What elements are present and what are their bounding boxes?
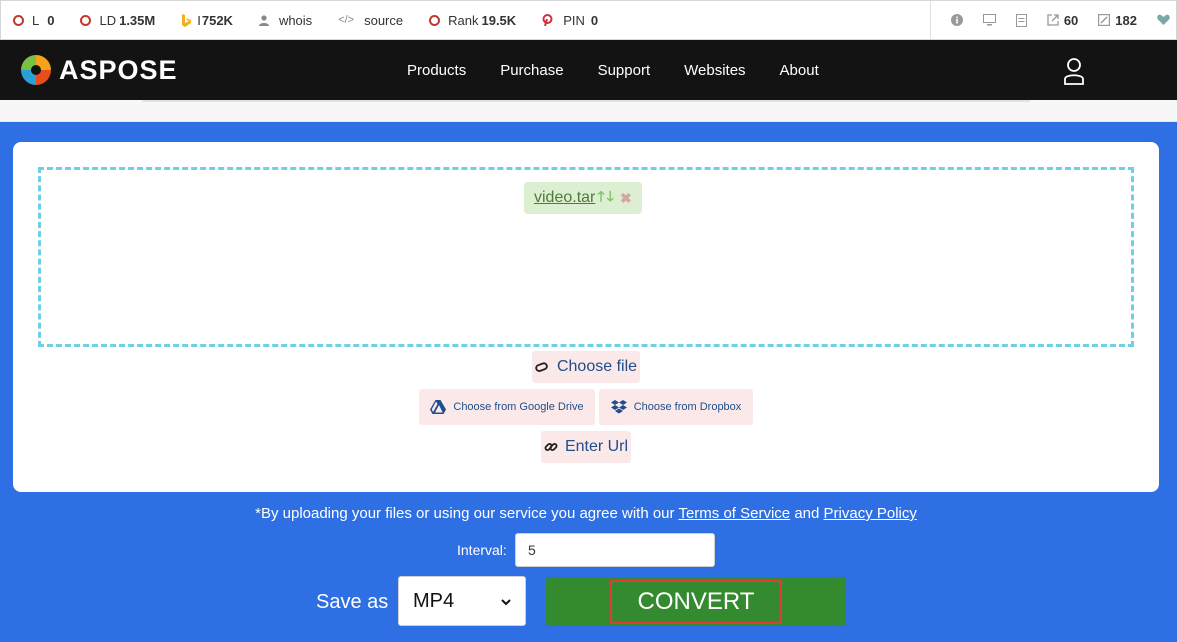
seo-links-value: 0 [47,12,55,28]
bing-icon [182,13,192,27]
terms-of-service-link[interactable]: Terms of Service [678,505,790,522]
nav-support[interactable]: Support [598,62,651,79]
uploaded-file-chip: video.tar 🡑 🡓 ✖ [524,182,642,214]
seo-rank[interactable]: Rank 19.5K [429,1,516,39]
seo-ld-value: 1.35M [119,12,156,28]
seo-links[interactable]: L 0 [13,1,54,39]
ring-icon [429,14,441,26]
seo-ld-label: LD [99,12,117,28]
sub-header-strip [142,100,1030,102]
seo-rank-label: Rank [448,12,479,28]
dropbox-label: Choose from Dropbox [633,401,742,413]
terms-prefix: *By uploading your files or using our se… [255,505,675,522]
dropbox-button[interactable]: Choose from Dropbox [599,389,753,425]
sub-header-bar [0,100,1177,122]
account-icon[interactable] [1063,57,1085,85]
info-icon[interactable] [950,14,963,26]
move-down-icon[interactable]: 🡓 [607,186,614,210]
document-icon[interactable] [1015,13,1027,27]
move-up-icon[interactable]: 🡑 [597,186,604,210]
nav-products[interactable]: Products [407,62,466,79]
google-drive-button[interactable]: Choose from Google Drive [419,389,595,425]
chevron-down-icon [501,594,511,609]
seo-bing-label: I [197,12,201,28]
seo-source[interactable]: </> source [338,1,403,39]
enter-url-label: Enter Url [564,438,629,455]
seo-linking-domains[interactable]: LD 1.35M [80,1,155,39]
code-icon: </> [338,14,355,26]
file-drop-zone[interactable]: video.tar 🡑 🡓 ✖ [38,167,1134,347]
output-format-value: MP4 [413,589,455,612]
edit-icon [1098,14,1111,26]
convert-button[interactable]: CONVERT [546,577,846,626]
enter-url-button[interactable]: Enter Url [541,431,631,463]
seo-whois[interactable]: whois [258,1,313,39]
interval-label: Interval: [457,542,507,558]
convert-label: CONVERT [609,579,783,624]
seo-pin-label: PIN [563,12,585,28]
seo-pin[interactable]: PIN 0 [542,1,598,39]
monitor-icon[interactable] [982,14,996,26]
aspose-logo-icon [21,55,51,85]
seo-pin-value: 0 [590,12,599,28]
choose-file-button[interactable]: Choose file [532,351,640,383]
nav-purchase[interactable]: Purchase [500,62,563,79]
seo-toolbar-right: 60 182 [929,1,1176,39]
external-links[interactable]: 60 [1047,13,1078,28]
interval-input[interactable] [515,533,715,567]
dropbox-icon [610,399,627,415]
seo-links-label: L [32,12,40,28]
output-format-select[interactable]: MP4 [398,576,526,626]
link-icon [544,440,558,454]
upload-card: video.tar 🡑 🡓 ✖ Choose file Choose from … [13,142,1159,492]
converter-area: video.tar 🡑 🡓 ✖ Choose file Choose from … [0,122,1177,642]
aspose-logo[interactable]: ASPOSE [19,53,178,87]
paperclip-icon [535,361,550,374]
heart-pulse-icon[interactable] [1157,14,1170,26]
seo-rank-value: 19.5K [481,12,517,28]
nav-websites[interactable]: Websites [684,62,745,79]
privacy-policy-link[interactable]: Privacy Policy [824,505,917,522]
seo-whois-label: whois [278,12,313,28]
ring-icon [80,14,92,26]
seo-bing-index[interactable]: I 752K [181,1,233,39]
external-links-value: 60 [1063,12,1079,28]
google-drive-label: Choose from Google Drive [453,401,584,413]
user-icon [258,14,269,26]
seo-source-label: source [364,12,404,28]
save-as-label: Save as [316,591,389,613]
main-nav: Products Purchase Support Websites About [390,40,836,100]
google-drive-icon [430,400,447,414]
external-link-icon [1047,14,1059,26]
choose-file-label: Choose file [556,358,638,375]
terms-and: and [794,505,820,522]
edit-links[interactable]: 182 [1098,13,1137,28]
edit-links-value: 182 [1115,12,1137,28]
seo-toolbar: L 0 LD 1.35M I 752K whois </> source Ran… [0,0,1177,40]
ring-icon [13,14,24,26]
nav-about[interactable]: About [780,62,819,79]
terms-notice: *By uploading your files or using our se… [0,505,1172,522]
uploaded-file-name[interactable]: video.tar [534,189,595,207]
pinterest-icon [542,14,553,26]
remove-file-icon[interactable]: ✖ [620,190,632,207]
seo-bing-value: 752K [201,12,233,28]
site-header: ASPOSE Products Purchase Support Website… [0,40,1177,100]
logo-text: ASPOSE [59,54,178,85]
